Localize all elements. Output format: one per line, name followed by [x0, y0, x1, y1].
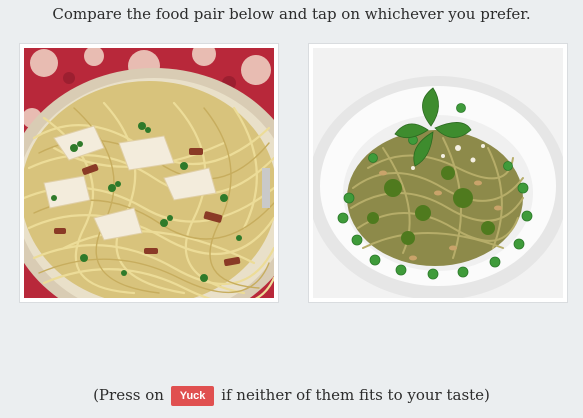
spaghetti-pesto-peas-photo [313, 48, 563, 298]
footer-suffix: if neither of them fits to your taste) [221, 386, 490, 404]
instruction-text: Compare the food pair below and tap on w… [52, 5, 531, 23]
footer-note: (Press on Yuck if neither of them fits t… [0, 384, 583, 406]
yuck-button[interactable]: Yuck [170, 386, 215, 406]
food-choice-right[interactable] [309, 44, 567, 302]
spaghetti-chicken-bacon-photo [24, 48, 274, 298]
food-choice-left[interactable] [20, 44, 278, 302]
footer-prefix: (Press on [93, 386, 164, 404]
